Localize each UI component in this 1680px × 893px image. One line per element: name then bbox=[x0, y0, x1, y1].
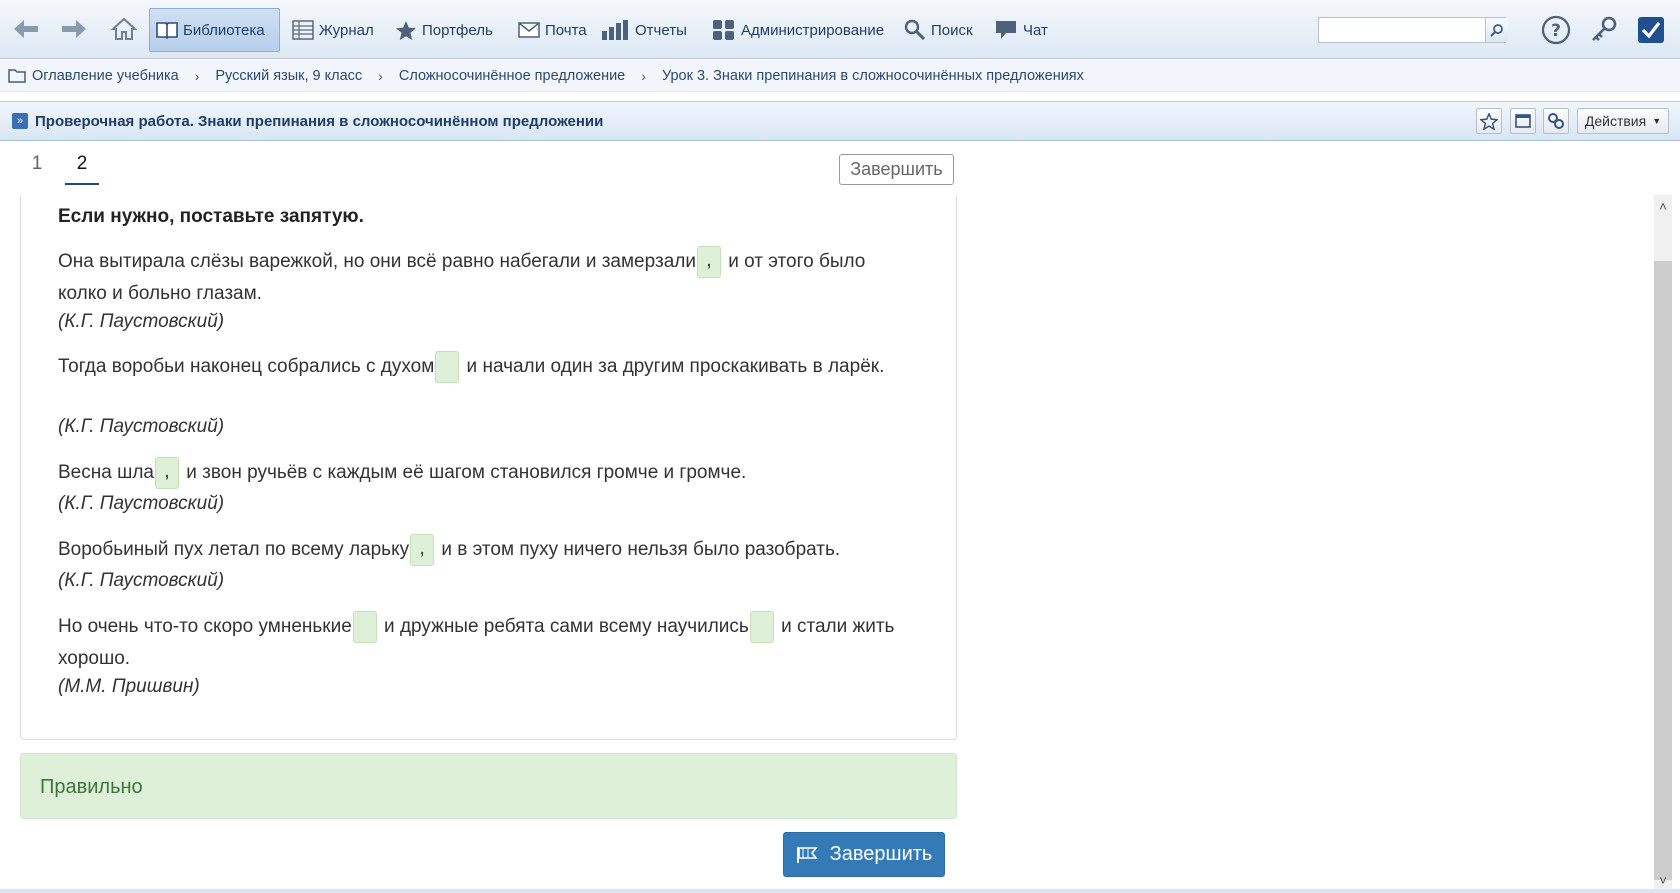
scroll-down-icon[interactable]: ˅ bbox=[1654, 872, 1672, 890]
search-input[interactable] bbox=[1318, 17, 1506, 43]
sentence-text: Воробьиный пух летал по всему ларьку bbox=[58, 539, 410, 561]
sentence-5: Но очень что-то скоро умненькие и дружны… bbox=[58, 611, 918, 674]
sentence-text: Она вытирала слёзы варежкой, но они всё … bbox=[58, 251, 696, 273]
menu-search[interactable]: Поиск bbox=[898, 8, 979, 52]
finish-button[interactable]: Завершить bbox=[783, 832, 945, 877]
caret-down-icon: ▼ bbox=[1652, 116, 1662, 126]
menu-chat[interactable]: Чат bbox=[988, 8, 1054, 52]
menu-administration[interactable]: Администрирование bbox=[706, 8, 890, 52]
svg-text:?: ? bbox=[1551, 21, 1561, 41]
sentence-author: (К.Г. Паустовский) bbox=[58, 311, 225, 332]
menu-label: Поиск bbox=[931, 21, 973, 39]
menu-label: Почта bbox=[545, 21, 587, 39]
menu-library[interactable]: Библиотека bbox=[149, 8, 280, 52]
breadcrumb-item[interactable]: Сложносочинённое предложение bbox=[399, 68, 625, 84]
menu-reports[interactable]: Отчеты bbox=[594, 8, 693, 52]
sentence-text: и в этом пуху ничего нельзя было разобра… bbox=[436, 539, 841, 561]
sentence-1: Она вытирала слёзы варежкой, но они всё … bbox=[58, 246, 918, 309]
breadcrumb-separator-icon: › bbox=[378, 67, 383, 84]
search-icon bbox=[904, 19, 926, 41]
menu-label: Портфель bbox=[422, 21, 493, 39]
menu-label: Чат bbox=[1023, 21, 1048, 39]
scrollbar-thumb[interactable] bbox=[1654, 261, 1672, 880]
sentence-text: и дружные ребята сами всему научились bbox=[378, 616, 749, 638]
punctuation-blank[interactable] bbox=[352, 611, 377, 643]
result-label: Правильно bbox=[40, 776, 143, 798]
journal-icon bbox=[292, 20, 314, 40]
chart-icon bbox=[600, 19, 630, 41]
tab-question-1[interactable]: 1 bbox=[20, 153, 54, 183]
checkbox-icon[interactable] bbox=[1635, 14, 1667, 46]
scroll-up-icon[interactable]: ˄ bbox=[1654, 198, 1672, 216]
book-icon bbox=[156, 21, 178, 39]
sentence-text: Тогда воробьи наконец собрались с духом bbox=[58, 356, 435, 378]
task-instruction: Если нужно, поставьте запятую. bbox=[58, 206, 364, 227]
chat-icon bbox=[994, 19, 1018, 41]
punctuation-blank[interactable] bbox=[749, 611, 774, 643]
page-title: Проверочная работа. Знаки препинания в с… bbox=[35, 113, 604, 130]
actions-dropdown[interactable]: Действия ▼ bbox=[1577, 108, 1669, 134]
punctuation-blank[interactable] bbox=[435, 351, 460, 383]
finish-button-top[interactable]: Завершить bbox=[839, 154, 954, 185]
favorite-star-icon[interactable] bbox=[1476, 108, 1502, 134]
sentence-text: и звон ручьёв с каждым её шагом становил… bbox=[180, 462, 747, 484]
breadcrumb-item[interactable]: Русский язык, 9 класс bbox=[215, 68, 362, 84]
punctuation-blank[interactable]: , bbox=[154, 457, 179, 489]
breadcrumb: Оглавление учебника › Русский язык, 9 кл… bbox=[0, 60, 1680, 92]
menu-label: Библиотека bbox=[183, 21, 265, 39]
menu-label: Отчеты bbox=[635, 21, 687, 39]
folder-icon bbox=[8, 68, 26, 83]
top-toolbar: Библиотека Журнал Портфель Почта Отчеты … bbox=[0, 0, 1680, 59]
users-icon bbox=[712, 19, 736, 41]
sentence-text: Но очень что-то скоро умненькие bbox=[58, 616, 352, 638]
page-titlebar: » Проверочная работа. Знаки препинания в… bbox=[0, 101, 1680, 141]
key-icon[interactable] bbox=[1588, 14, 1620, 46]
menu-journal[interactable]: Журнал bbox=[286, 8, 380, 52]
result-message: Правильно bbox=[20, 753, 957, 819]
star-icon bbox=[395, 20, 417, 41]
breadcrumb-separator-icon: › bbox=[641, 67, 646, 84]
sentence-author: (М.М. Пришвин) bbox=[58, 676, 200, 697]
finish-label: Завершить bbox=[829, 843, 933, 865]
menu-portfolio[interactable]: Портфель bbox=[389, 8, 499, 52]
flag-icon bbox=[796, 846, 818, 864]
sentence-4: Воробьиный пух летал по всему ларьку, и … bbox=[58, 534, 918, 566]
menu-mail[interactable]: Почта bbox=[512, 8, 593, 52]
bottom-edge bbox=[0, 889, 1680, 893]
forward-arrow-icon[interactable] bbox=[58, 6, 90, 52]
sentence-text: и начали один за другим проскакивать в л… bbox=[461, 356, 885, 378]
sentence-text: Весна шла bbox=[58, 462, 154, 484]
help-icon[interactable]: ? bbox=[1540, 14, 1572, 46]
menu-label: Администрирование bbox=[741, 21, 885, 39]
punctuation-blank[interactable]: , bbox=[696, 246, 721, 278]
sentence-author: (К.Г. Паустовский) bbox=[58, 493, 225, 514]
expand-icon[interactable]: » bbox=[12, 113, 28, 129]
punctuation-blank[interactable]: , bbox=[410, 534, 435, 566]
home-icon[interactable] bbox=[108, 6, 140, 52]
back-arrow-icon[interactable] bbox=[10, 6, 42, 52]
breadcrumb-separator-icon: › bbox=[194, 67, 200, 84]
settings-icon[interactable] bbox=[1543, 108, 1569, 134]
sentence-3: Весна шла, и звон ручьёв с каждым её шаг… bbox=[58, 457, 918, 489]
tab-question-2[interactable]: 2 bbox=[65, 153, 99, 185]
menu-label: Журнал bbox=[319, 21, 374, 39]
window-icon[interactable] bbox=[1510, 108, 1536, 134]
breadcrumb-item[interactable]: Оглавление учебника bbox=[32, 68, 179, 84]
sentence-author: (К.Г. Паустовский) bbox=[58, 570, 225, 591]
breadcrumb-item[interactable]: Урок 3. Знаки препинания в сложносочинён… bbox=[662, 68, 1084, 84]
search-go-icon[interactable] bbox=[1485, 18, 1508, 42]
sentence-2: Тогда воробьи наконец собрались с духом … bbox=[58, 351, 918, 383]
mail-icon bbox=[518, 22, 540, 38]
actions-label: Действия bbox=[1584, 113, 1647, 129]
sentence-author: (К.Г. Паустовский) bbox=[58, 416, 225, 437]
